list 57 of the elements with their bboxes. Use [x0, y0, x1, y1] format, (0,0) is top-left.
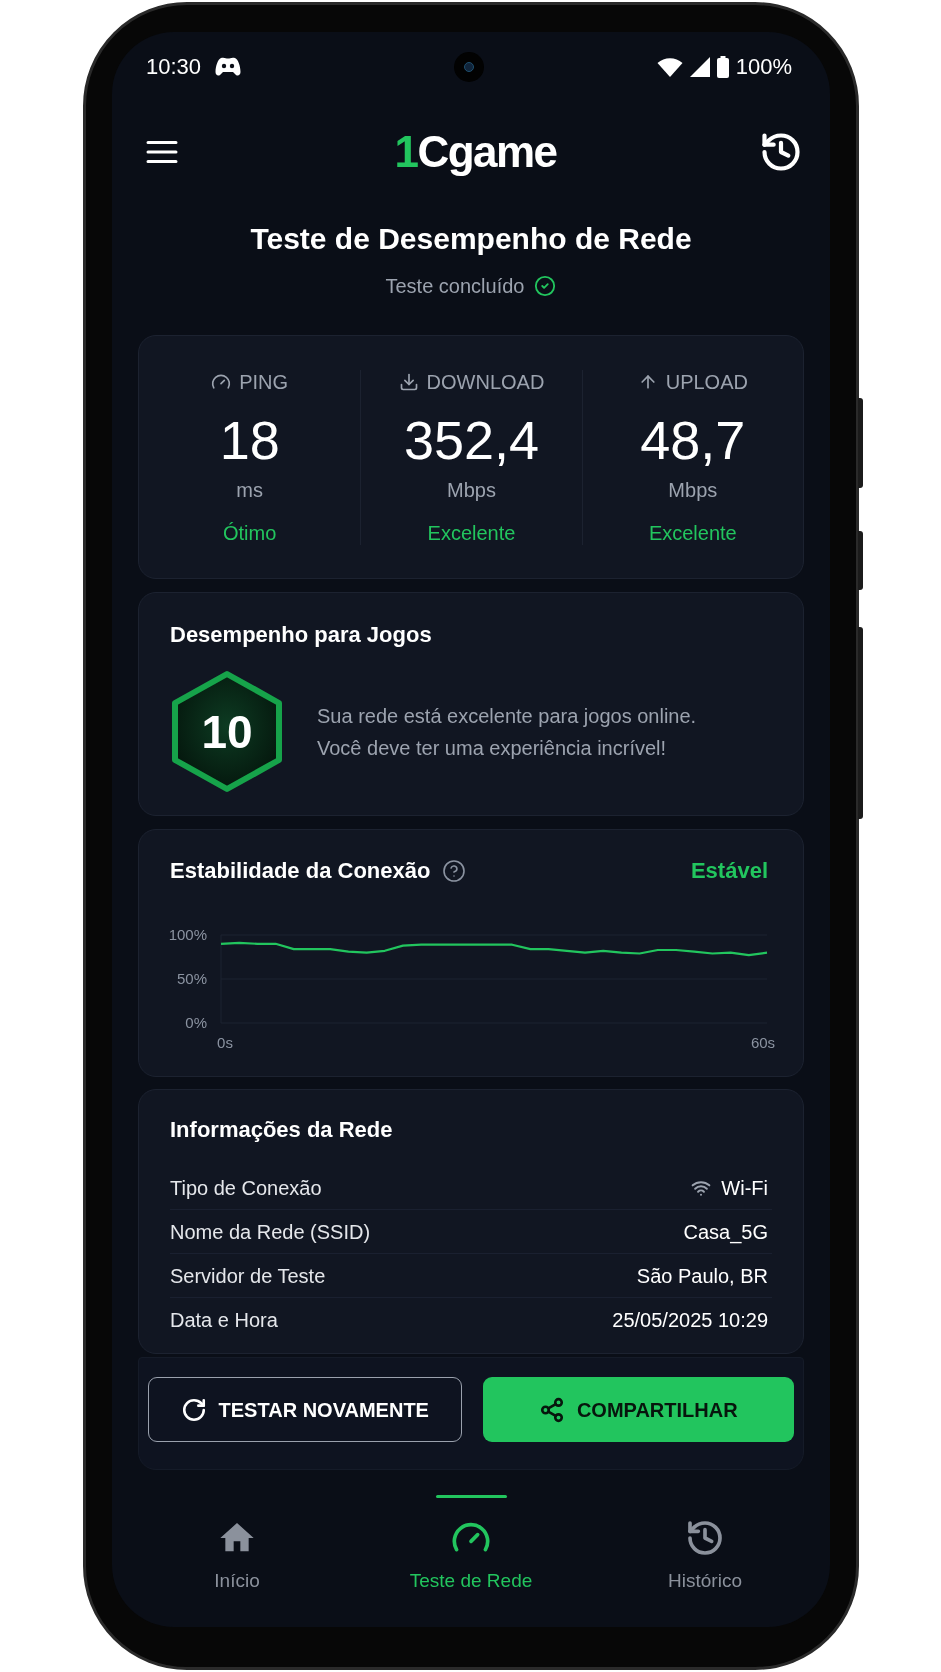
gauge-icon: [211, 372, 232, 392]
info-value: 25/05/2025 10:29: [612, 1308, 768, 1333]
score-description: Você deve ter uma experiência incrível!: [317, 735, 668, 761]
metric-rating: Excelente: [648, 521, 737, 545]
metric-unit: ms: [236, 478, 263, 502]
axis-label: 60s: [750, 1034, 776, 1051]
battery-icon: [716, 56, 729, 78]
metric-value: 18: [219, 412, 280, 468]
battery-level: 100%: [735, 56, 792, 78]
metric-value: 48,7: [640, 412, 746, 468]
page-title: Teste de Desempenho de Rede: [250, 222, 692, 256]
download-icon: [398, 372, 419, 392]
info-value: São Paulo, BR: [636, 1263, 768, 1289]
card-title: Desempenho para Jogos: [170, 622, 433, 648]
info-label: Nome da Rede (SSID): [170, 1219, 371, 1245]
metric-rating: Ótimo: [223, 521, 277, 545]
refresh-icon: [180, 1396, 207, 1423]
info-value: Casa_5G: [683, 1219, 768, 1246]
info-label: Tipo de Conexão: [170, 1175, 322, 1201]
nav-tab[interactable]: Início: [120, 1495, 354, 1593]
check-icon: [534, 275, 557, 297]
axis-label: 50%: [176, 970, 207, 987]
signal-icon: [689, 57, 710, 77]
metric-label: DOWNLOAD: [426, 370, 545, 394]
metric-value: 352,4: [403, 412, 540, 468]
test-status: Teste concluído: [385, 274, 525, 299]
history-icon: [685, 1518, 725, 1558]
share-icon: [538, 1396, 565, 1423]
menu-icon[interactable]: [146, 140, 178, 164]
phone-side-key: [858, 531, 863, 590]
app-logo: 1Cgame: [394, 130, 557, 174]
metric-label: UPLOAD: [665, 370, 748, 394]
axis-label: 0s: [217, 1034, 233, 1051]
stability-status: Estável: [690, 857, 768, 885]
score-badge: 10: [170, 670, 284, 793]
status-time: 10:30: [146, 56, 202, 78]
share-button[interactable]: COMPARTILHAR: [482, 1377, 794, 1442]
metric-unit: Mbps: [668, 478, 718, 502]
metric-rating: Excelente: [427, 521, 516, 545]
card-title: Estabilidade da Conexão: [170, 857, 431, 885]
help-icon[interactable]: [442, 859, 467, 883]
retest-button[interactable]: TESTAR NOVAMENTE: [148, 1377, 462, 1442]
axis-label: 0%: [185, 1014, 207, 1031]
game-controller-icon: [215, 57, 242, 77]
nav-tab[interactable]: Teste de Rede: [354, 1495, 588, 1593]
front-camera-icon: [454, 52, 484, 82]
score-description: Sua rede está excelente para jogos online.: [317, 703, 697, 729]
history-icon[interactable]: [759, 130, 803, 174]
axis-label: 100%: [168, 926, 207, 943]
info-label: Data e Hora: [170, 1308, 278, 1333]
info-label: Servidor de Teste: [170, 1263, 326, 1289]
card-title: Informações da Rede: [170, 1117, 394, 1143]
wifi-icon: [656, 57, 683, 77]
info-value: Wi-Fi: [721, 1175, 768, 1201]
nav-tab[interactable]: Histórico: [588, 1495, 822, 1593]
metric-label: PING: [239, 370, 289, 394]
metric-unit: Mbps: [447, 478, 496, 502]
